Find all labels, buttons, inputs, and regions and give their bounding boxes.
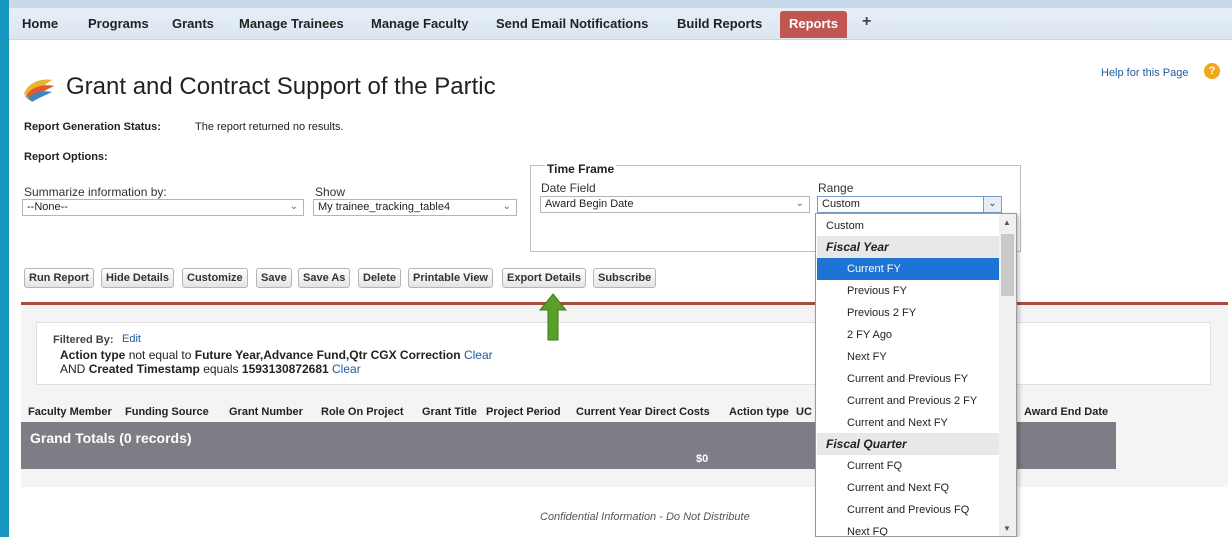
range-option-previous-fy[interactable]: Previous FY	[817, 280, 999, 302]
column-header-award-end-date[interactable]: Award End Date	[1024, 406, 1108, 418]
add-tab-button[interactable]: +	[862, 13, 871, 31]
show-select-value: My trainee_tracking_table4	[318, 201, 451, 213]
help-link[interactable]: Help for this Page	[1101, 67, 1188, 79]
range-label: Range	[818, 181, 854, 195]
left-accent-bar	[0, 0, 9, 537]
clear-filter-2-link[interactable]: Clear	[332, 362, 361, 376]
summarize-label: Summarize information by:	[24, 185, 167, 199]
tab-grants[interactable]: Grants	[172, 16, 214, 31]
summarize-select[interactable]: --None-- ⌄	[22, 199, 304, 216]
filter-line-1: Action type not equal to Future Year,Adv…	[60, 348, 493, 362]
grand-totals-value: $0	[696, 453, 709, 465]
dropdown-scrollbar-thumb[interactable]	[1001, 234, 1014, 296]
hide-details-button[interactable]: Hide Details	[101, 268, 174, 288]
range-select-value: Custom	[822, 198, 860, 210]
range-option-next-fq[interactable]: Next FQ	[817, 521, 999, 536]
filter-1-operator: not equal to	[128, 348, 192, 362]
column-header-uc[interactable]: UC	[796, 406, 812, 418]
tab-manage-faculty[interactable]: Manage Faculty	[371, 16, 469, 31]
annotation-up-arrow-icon	[539, 293, 567, 341]
report-status-text: The report returned no results.	[195, 121, 344, 133]
customize-button[interactable]: Customize	[182, 268, 248, 288]
date-field-label: Date Field	[541, 181, 596, 195]
report-status-label: Report Generation Status:	[24, 121, 161, 133]
tab-manage-trainees[interactable]: Manage Trainees	[239, 16, 344, 31]
filter-2-prefix: AND	[60, 362, 86, 376]
filter-2-value: 1593130872681	[241, 362, 329, 376]
column-header-faculty-member[interactable]: Faculty Member	[28, 406, 112, 418]
tab-send-email-notifications[interactable]: Send Email Notifications	[496, 16, 648, 31]
help-icon[interactable]: ?	[1204, 63, 1220, 79]
range-select-toggle[interactable]: ⌄	[983, 196, 1002, 213]
chevron-down-icon: ⌄	[795, 198, 804, 209]
range-option-current-and-next-fy[interactable]: Current and Next FY	[817, 412, 999, 434]
run-report-button[interactable]: Run Report	[24, 268, 94, 288]
scroll-down-icon[interactable]: ▼	[1003, 524, 1011, 533]
range-option-current-fy[interactable]: Current FY	[817, 258, 999, 280]
page-title: Grant and Contract Support of the Partic	[66, 73, 496, 100]
delete-button[interactable]: Delete	[358, 268, 402, 288]
range-option-current-and-next-fq[interactable]: Current and Next FQ	[817, 477, 999, 499]
column-header-current-year-direct-costs[interactable]: Current Year Direct Costs	[576, 406, 710, 418]
printable-view-button[interactable]: Printable View	[408, 268, 493, 288]
export-details-button[interactable]: Export Details	[502, 268, 586, 288]
save-as-button[interactable]: Save As	[298, 268, 351, 288]
show-label: Show	[315, 185, 346, 199]
filter-1-value: Future Year,Advance Fund,Qtr CGX Correct…	[194, 348, 461, 362]
range-option-2-fy-ago[interactable]: 2 FY Ago	[817, 324, 999, 346]
range-option-next-fy[interactable]: Next FY	[817, 346, 999, 368]
confidential-notice: Confidential Information - Do Not Distri…	[540, 511, 750, 523]
filter-line-2: AND Created Timestamp equals 15931308726…	[60, 362, 361, 376]
column-header-grant-number[interactable]: Grant Number	[229, 406, 303, 418]
tab-bar-top-strip	[9, 0, 1232, 8]
range-option-current-fq[interactable]: Current FQ	[817, 455, 999, 477]
range-option-current-and-previous-fy[interactable]: Current and Previous FY	[817, 368, 999, 390]
chevron-down-icon: ⌄	[988, 198, 997, 209]
tab-home[interactable]: Home	[22, 16, 58, 31]
scroll-up-icon[interactable]: ▲	[1003, 218, 1011, 227]
range-dropdown-list[interactable]: Custom Fiscal Year Current FY Previous F…	[815, 213, 1017, 537]
grand-totals-label: Grand Totals (0 records)	[30, 430, 192, 446]
filter-2-field: Created Timestamp	[88, 362, 200, 376]
subscribe-button[interactable]: Subscribe	[593, 268, 657, 288]
range-option-previous-2-fy[interactable]: Previous 2 FY	[817, 302, 999, 324]
tab-build-reports[interactable]: Build Reports	[677, 16, 762, 31]
clear-filter-1-link[interactable]: Clear	[464, 348, 493, 362]
range-option-current-and-previous-2-fy[interactable]: Current and Previous 2 FY	[817, 390, 999, 412]
range-group-fiscal-year: Fiscal Year	[817, 236, 999, 258]
date-field-select[interactable]: Award Begin Date ⌄	[540, 196, 810, 213]
filtered-by-label: Filtered By:	[53, 334, 114, 346]
range-group-fiscal-quarter: Fiscal Quarter	[817, 433, 999, 455]
chevron-down-icon: ⌄	[502, 201, 511, 212]
tab-programs[interactable]: Programs	[88, 16, 149, 31]
column-header-grant-title[interactable]: Grant Title	[422, 406, 477, 418]
tab-reports[interactable]: Reports	[780, 11, 848, 38]
filter-1-field: Action type	[60, 348, 126, 362]
reports-logo-icon	[24, 79, 54, 102]
column-header-project-period[interactable]: Project Period	[486, 406, 561, 418]
edit-filters-link[interactable]: Edit	[122, 333, 141, 345]
range-option-current-and-previous-fq[interactable]: Current and Previous FQ	[817, 499, 999, 521]
column-header-funding-source[interactable]: Funding Source	[125, 406, 209, 418]
range-select[interactable]: Custom	[817, 196, 1002, 213]
column-header-action-type[interactable]: Action type	[729, 406, 789, 418]
report-options-label: Report Options:	[24, 151, 108, 163]
filter-2-operator: equals	[203, 362, 239, 376]
save-button[interactable]: Save	[256, 268, 292, 288]
show-select[interactable]: My trainee_tracking_table4 ⌄	[313, 199, 517, 216]
time-frame-legend: Time Frame	[545, 162, 617, 176]
range-option-custom[interactable]: Custom	[817, 215, 999, 237]
column-header-role-on-project[interactable]: Role On Project	[321, 406, 404, 418]
summarize-select-value: --None--	[27, 201, 68, 213]
chevron-down-icon: ⌄	[289, 201, 298, 212]
date-field-select-value: Award Begin Date	[545, 198, 634, 210]
